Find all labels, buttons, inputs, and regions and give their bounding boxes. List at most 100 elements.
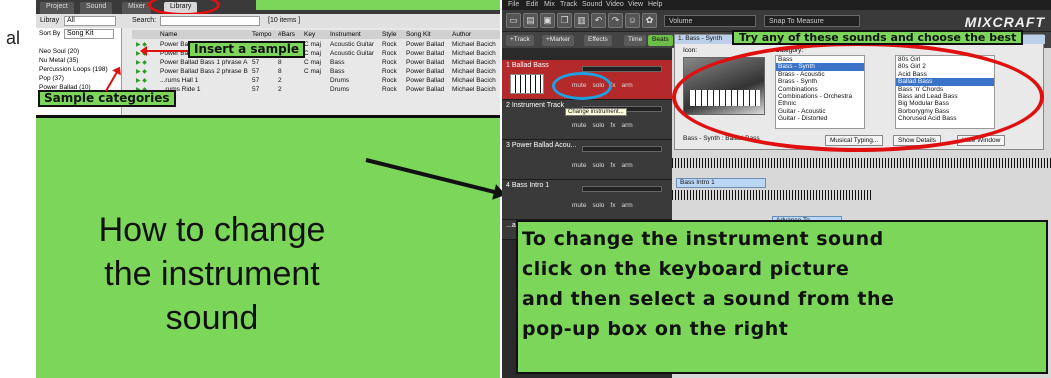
menu-video[interactable]: Video: [606, 1, 624, 8]
library-toolbar: Libray All Search: [10 items ]: [36, 14, 500, 28]
add-track-button[interactable]: +Track: [506, 35, 534, 46]
volume-slider[interactable]: [582, 66, 662, 72]
arm-button[interactable]: arm: [621, 122, 632, 129]
play-icon[interactable]: ▶ ◆: [136, 59, 147, 66]
library-select[interactable]: All: [64, 16, 116, 26]
copy-icon[interactable]: ❐: [557, 13, 572, 28]
cell-key: C maj: [304, 50, 321, 57]
col-tempo[interactable]: Tempo: [252, 31, 272, 38]
cell-author: Michael Bacich: [452, 68, 496, 75]
cell-author: Michael Bacich: [452, 86, 496, 93]
menu-sound[interactable]: Sound: [582, 1, 602, 8]
category-item[interactable]: Nu Metal (35): [39, 57, 78, 66]
arm-button[interactable]: arm: [621, 202, 632, 209]
try-sounds-callout: Try any of these sounds and choose the b…: [732, 30, 1024, 45]
tab-sound[interactable]: Sound: [80, 2, 113, 14]
clip[interactable]: Bass Intro 1: [676, 178, 766, 188]
col-author[interactable]: Author: [452, 31, 471, 38]
mute-button[interactable]: mute: [572, 122, 586, 129]
volume-slider[interactable]: [582, 146, 662, 152]
time-button[interactable]: Time: [624, 35, 647, 46]
cell-author: Michael Bacich: [452, 50, 496, 57]
track-name: 3 Power Ballad Acou...: [506, 142, 577, 149]
play-icon[interactable]: ▶ ◆: [136, 68, 147, 75]
save-icon[interactable]: ▣: [540, 13, 555, 28]
menu-view[interactable]: View: [628, 1, 643, 8]
mute-button[interactable]: mute: [572, 202, 586, 209]
undo-icon[interactable]: ↶: [591, 13, 606, 28]
table-row[interactable]: ▶ ◆ ...rums Hall 1 57 2 Drums Rock Power Balla…: [132, 76, 500, 85]
open-folder-icon[interactable]: ▤: [523, 13, 538, 28]
cell-name: Power Ballad Bass 1 phrase A: [160, 59, 248, 66]
category-item[interactable]: Pop (37): [39, 75, 64, 84]
fx-button[interactable]: fx: [610, 162, 615, 169]
col-bars[interactable]: #Bars: [278, 31, 295, 38]
fx-button[interactable]: fx: [610, 202, 615, 209]
volume-select[interactable]: Volume: [664, 15, 756, 27]
col-instrument[interactable]: Instrument: [330, 31, 361, 38]
track-name: 4 Bass Intro 1: [506, 182, 550, 189]
snap-select[interactable]: Snap To Measure: [764, 15, 860, 27]
col-name[interactable]: Name: [160, 31, 177, 38]
table-row[interactable]: ▶ ◆ Power Ballad Bass 2 phrase B 57 8 C maj B…: [132, 67, 500, 76]
track-row[interactable]: 4 Bass Intro 1 mute solo fx arm: [502, 180, 672, 220]
col-key[interactable]: Key: [304, 31, 315, 38]
cell-key: C maj: [304, 68, 321, 75]
table-row[interactable]: ▶ ◆ Power Ballad Bass 1 phrase A 57 8 C maj B…: [132, 58, 500, 67]
cell-song-kit: Power Ballad: [406, 41, 445, 48]
volume-slider[interactable]: [582, 186, 662, 192]
menu-file[interactable]: File: [508, 1, 519, 8]
insert-sample-callout: Insert a sample: [188, 41, 305, 58]
category-item[interactable]: Percussion Loops (198): [39, 66, 108, 75]
items-count: [10 items ]: [268, 17, 301, 24]
solo-button[interactable]: solo: [592, 202, 604, 209]
search-input[interactable]: [160, 16, 260, 26]
track-row[interactable]: 3 Power Ballad Acou... mute solo fx arm: [502, 140, 672, 180]
cell-song-kit: Power Ballad: [406, 59, 445, 66]
cell-instrument: Drums: [330, 86, 350, 93]
track-row[interactable]: 2 Instrument Track mute solo fx arm: [502, 100, 672, 140]
cell-style: Rock: [382, 86, 397, 93]
beats-button[interactable]: Beats: [648, 35, 673, 46]
menu-help[interactable]: Help: [648, 1, 662, 8]
fx-button[interactable]: fx: [610, 122, 615, 129]
audio-waveform: [672, 190, 872, 200]
effects-button[interactable]: Effects: [584, 35, 612, 46]
cell-instrument: Bass: [330, 68, 345, 75]
main-toolbar: ▭ ▤ ▣ ❐ ▥ ↶ ↷ ☺ ✿ Volume Snap To Measure…: [502, 10, 1051, 32]
table-row[interactable]: ▶ ◆...rums Ride 1572DrumsRockPower Balla…: [132, 85, 500, 94]
new-file-icon[interactable]: ▭: [506, 13, 521, 28]
sort-select[interactable]: Song Kit: [64, 29, 114, 39]
library-label: Libray: [40, 17, 60, 24]
menu-track[interactable]: Track: [560, 1, 577, 8]
cell-style: Rock: [382, 77, 397, 84]
col-song-kit[interactable]: Song Kit: [406, 31, 431, 38]
arm-button[interactable]: arm: [621, 82, 632, 89]
play-icon[interactable]: ▶ ◆: [136, 77, 147, 84]
tab-project[interactable]: Project: [40, 2, 74, 14]
category-item[interactable]: Neo Soul (20): [39, 48, 79, 57]
sample-table-header: Name Tempo #Bars Key Instrument Style So…: [132, 30, 500, 39]
tooltip: Change instrument...: [565, 108, 627, 116]
search-label: Search:: [132, 17, 157, 24]
mute-button[interactable]: mute: [572, 162, 586, 169]
menu-edit[interactable]: Edit: [526, 1, 538, 8]
tab-mixer[interactable]: Mixer: [122, 2, 152, 14]
redo-icon[interactable]: ↷: [608, 13, 623, 28]
col-style[interactable]: Style: [382, 31, 396, 38]
solo-button[interactable]: solo: [592, 122, 604, 129]
paste-icon[interactable]: ▥: [574, 13, 589, 28]
users-icon[interactable]: ☺: [625, 13, 640, 28]
solo-button[interactable]: solo: [592, 162, 604, 169]
cell-bars: 8: [278, 68, 282, 75]
keyboard-icon[interactable]: [510, 74, 544, 94]
menu-bar: File Edit Mix Track Sound Video View Hel…: [502, 0, 1051, 10]
menu-mix[interactable]: Mix: [544, 1, 555, 8]
cell-tempo: 57: [252, 86, 260, 93]
arm-button[interactable]: arm: [621, 162, 632, 169]
settings-icon[interactable]: ✿: [642, 13, 657, 28]
add-marker-button[interactable]: +Marker: [542, 35, 575, 46]
cell-name: Power Ballad Bass 2 phrase B: [160, 68, 248, 75]
cell-tempo: 57: [252, 68, 260, 75]
insert-sample-arrow: [142, 50, 188, 52]
